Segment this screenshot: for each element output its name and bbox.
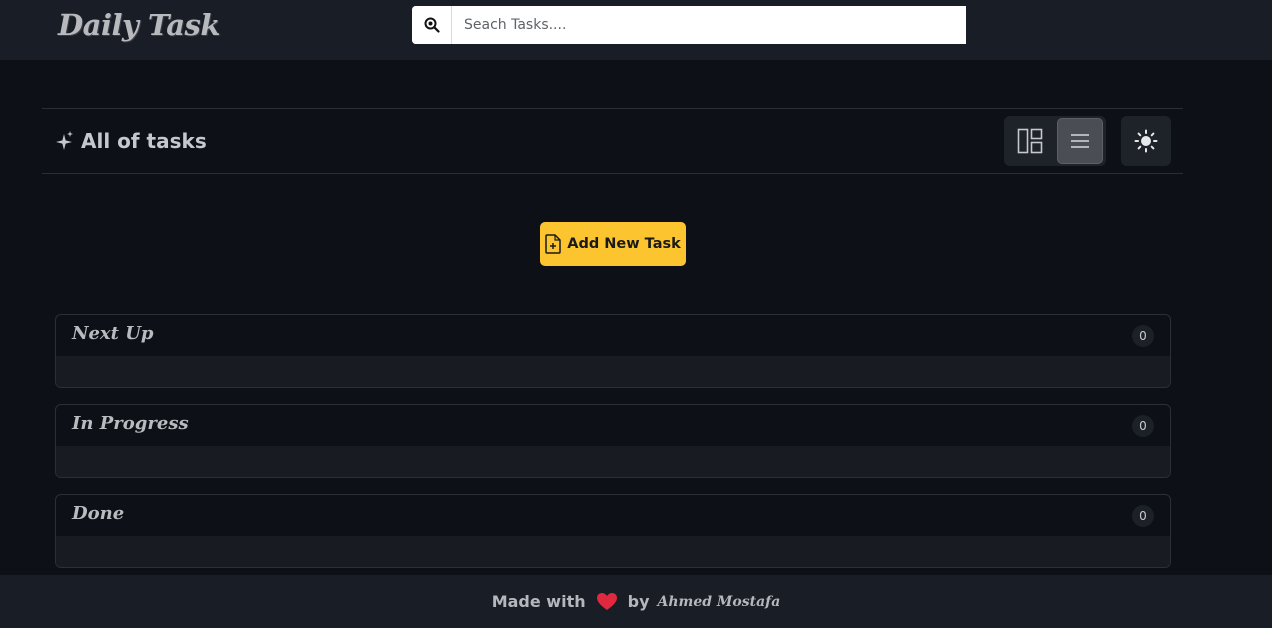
- app-footer: Made with by Ahmed Mostafa: [0, 575, 1272, 628]
- add-new-task-label: Add New Task: [567, 236, 681, 252]
- heart-icon: [596, 592, 618, 611]
- page-title-text: All of tasks: [81, 129, 207, 153]
- app-header: Daily Task: [0, 0, 1272, 60]
- section-in-progress: In Progress 0: [55, 404, 1171, 478]
- app-logo[interactable]: Daily Task: [58, 8, 220, 42]
- search-icon: [424, 17, 440, 33]
- section-title: Done: [72, 503, 125, 524]
- section-title: In Progress: [72, 413, 189, 434]
- section-task-list: [56, 536, 1170, 567]
- sun-icon: [1134, 129, 1158, 153]
- footer-author-link[interactable]: Ahmed Mostafa: [658, 594, 781, 610]
- task-count-badge: 0: [1132, 325, 1154, 347]
- section-done: Done 0: [55, 494, 1171, 568]
- footer-by: by: [627, 592, 650, 611]
- section-header[interactable]: Next Up 0: [56, 315, 1170, 356]
- task-count-badge: 0: [1132, 415, 1154, 437]
- section-header[interactable]: In Progress 0: [56, 405, 1170, 446]
- search-bar: [412, 6, 966, 44]
- grid-view-button[interactable]: [1007, 118, 1053, 164]
- tasks-toolbar: All of tasks: [42, 108, 1183, 174]
- page-title: All of tasks: [55, 129, 207, 153]
- file-plus-icon: [545, 234, 561, 254]
- theme-toggle-button[interactable]: [1121, 116, 1171, 166]
- section-header[interactable]: Done 0: [56, 495, 1170, 536]
- section-task-list: [56, 356, 1170, 387]
- sparkles-icon: [56, 131, 73, 150]
- add-new-task-button[interactable]: Add New Task: [540, 222, 686, 266]
- section-title: Next Up: [72, 323, 154, 344]
- grid-view-icon: [1017, 128, 1043, 154]
- search-input[interactable]: [452, 6, 966, 44]
- search-button[interactable]: [412, 6, 452, 44]
- view-toggle-group: [1004, 116, 1106, 166]
- section-task-list: [56, 446, 1170, 477]
- footer-made-with: Made with: [491, 592, 586, 611]
- task-count-badge: 0: [1132, 505, 1154, 527]
- section-next-up: Next Up 0: [55, 314, 1171, 388]
- list-view-icon: [1071, 134, 1089, 148]
- list-view-button[interactable]: [1057, 118, 1103, 164]
